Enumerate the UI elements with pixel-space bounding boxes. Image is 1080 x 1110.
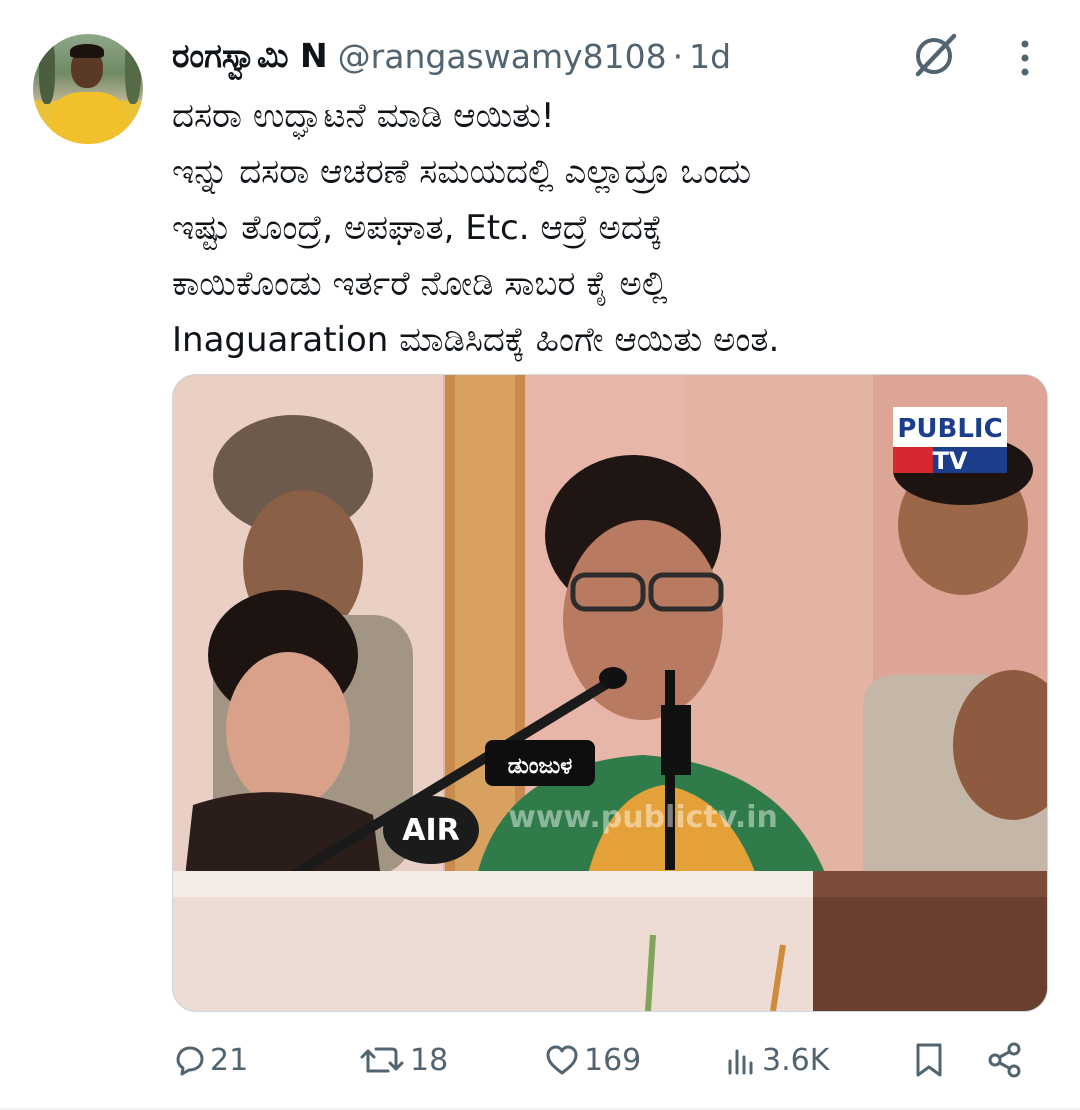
- tweet-text-line: Inaguaration ಮಾಡಿಸಿದಕ್ಕೆ ಹಿಂಗೇ ಆಯಿತು ಅಂತ…: [172, 320, 780, 360]
- avatar-tree-left: [39, 34, 55, 104]
- tweet-text: ದಸರಾ ಉದ್ಘಾಟನೆ ಮಾಡಿ ಆಯಿತು! ಇನ್ನು ದಸರಾ ಆಚರ…: [172, 88, 1052, 368]
- reply-button[interactable]: 21: [172, 1030, 248, 1090]
- tweet-media-image[interactable]: AIR ಡುಂಜುಳ www.publictv.in PUBLIC TV: [172, 374, 1048, 1012]
- share-button[interactable]: [986, 1030, 1024, 1090]
- logo-tv: TV: [933, 447, 968, 475]
- tweet[interactable]: ರಂಗಸ್ವಾಮಿ N @rangaswamy8108 · 1d ದಸರಾ ಉದ…: [0, 0, 1080, 1110]
- like-button[interactable]: 169: [544, 1030, 641, 1090]
- avatar-tree-right: [125, 34, 141, 104]
- tweet-text-line: ಕಾಯಿಕೊಂಡು ಇರ್ತರೆ ನೋಡಿ ಸಾಬರ ಕೈ ಅಲ್ಲಿ: [172, 264, 668, 304]
- timestamp[interactable]: 1d: [689, 37, 731, 76]
- display-name[interactable]: ರಂಗಸ್ವಾಮಿ N: [172, 36, 328, 76]
- more-icon[interactable]: [1010, 38, 1040, 78]
- like-icon: [546, 1045, 578, 1075]
- mic-air-label: AIR: [402, 813, 459, 848]
- retweet-icon: [360, 1047, 404, 1073]
- tweet-text-line: ಇಷ್ಟು ತೊಂದ್ರೆ, ಅಪಘಾತ, Etc. ಆದ್ರೆ ಅದಕ್ಕೆ: [172, 208, 663, 248]
- tweet-header: ರಂಗಸ್ವಾಮಿ N @rangaswamy8108 · 1d: [172, 30, 731, 82]
- header-separator: ·: [672, 36, 684, 76]
- views-count: 3.6K: [762, 1042, 830, 1078]
- mic-badge-label: ಡುಂಜುಳ: [508, 754, 573, 779]
- media-watermark: www.publictv.in: [508, 800, 778, 835]
- reply-count: 21: [210, 1042, 249, 1078]
- tweet-text-line: ದಸರಾ ಉದ್ಘಾಟನೆ ಮಾಡಿ ಆಯಿತು!: [172, 96, 555, 136]
- avatar-body: [51, 92, 127, 144]
- retweet-button[interactable]: 18: [358, 1030, 448, 1090]
- avatar-hair: [70, 44, 104, 58]
- bookmark-icon: [916, 1043, 942, 1077]
- grok-icon[interactable]: [908, 28, 962, 82]
- retweet-count: 18: [410, 1042, 449, 1078]
- views-button[interactable]: 3.6K: [724, 1030, 829, 1090]
- share-icon: [988, 1042, 1021, 1078]
- user-handle[interactable]: @rangaswamy8108: [338, 37, 667, 76]
- like-count: 169: [584, 1042, 642, 1078]
- views-icon: [728, 1049, 753, 1075]
- bookmark-button[interactable]: [912, 1030, 946, 1090]
- reply-icon: [176, 1046, 204, 1076]
- logo-public: PUBLIC: [897, 414, 1002, 444]
- avatar[interactable]: [33, 34, 143, 144]
- tweet-text-line: ಇನ್ನು ದಸರಾ ಆಚರಣೆ ಸಮಯದಲ್ಲಿ ಎಲ್ಲಾದ್ರೂ ಒಂದು: [172, 152, 752, 192]
- tweet-actions: 21 18 169 3.6K: [172, 1030, 1046, 1090]
